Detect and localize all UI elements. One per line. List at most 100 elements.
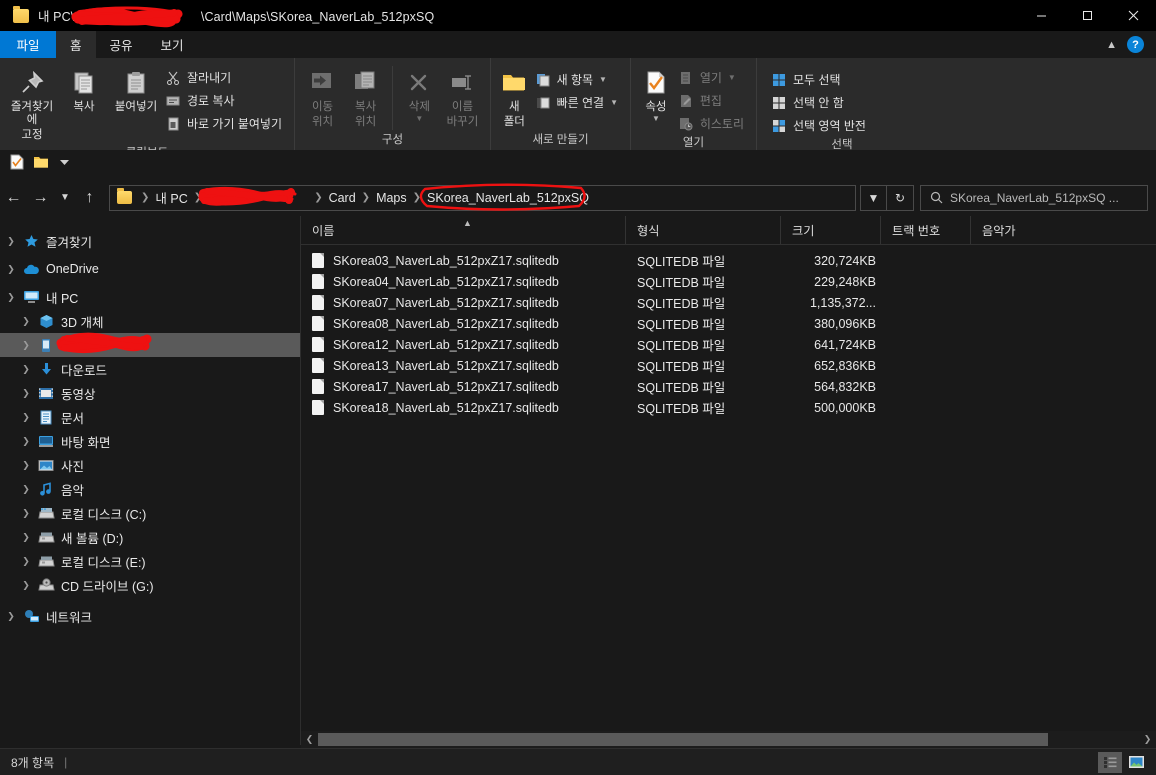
scroll-left-icon[interactable]: ❮ xyxy=(301,731,318,748)
table-row[interactable]: SKorea18_NaverLab_512pxZ17.sqlitedb SQLI… xyxy=(301,397,1156,418)
expander-chevron-right-icon[interactable]: ❯ xyxy=(16,460,36,471)
scrollbar-track[interactable] xyxy=(318,731,1139,748)
expander-chevron-right-icon[interactable]: ❯ xyxy=(16,484,36,495)
tab-home[interactable]: 홈 xyxy=(56,31,96,58)
expander-chevron-right-icon[interactable]: ❯ xyxy=(16,364,36,375)
qat-new-folder-icon[interactable] xyxy=(32,154,49,171)
minimize-button[interactable] xyxy=(1018,0,1064,31)
select-none-button[interactable]: 선택 안 함 xyxy=(768,91,872,114)
column-header-type[interactable]: 형식 xyxy=(626,216,781,244)
expander-chevron-right-icon[interactable]: ❯ xyxy=(16,436,36,447)
tree-item-new-volume-d[interactable]: ❯ 새 볼륨 (D:) xyxy=(0,525,300,549)
invert-selection-button[interactable]: 선택 영역 반전 xyxy=(768,114,872,137)
easy-access-button[interactable]: 빠른 연결 ▼ xyxy=(532,91,624,114)
help-icon[interactable]: ? xyxy=(1127,36,1144,53)
column-header-name[interactable]: 이름 ▲ xyxy=(301,216,626,244)
forward-button[interactable]: → xyxy=(27,184,54,212)
qat-customize-chevron-down-icon[interactable] xyxy=(56,154,73,171)
expander-chevron-right-icon[interactable]: ❯ xyxy=(16,580,36,591)
recent-locations-chevron-down-icon[interactable]: ▼ xyxy=(54,184,76,212)
scroll-right-icon[interactable]: ❯ xyxy=(1139,731,1156,748)
back-button[interactable]: ← xyxy=(0,184,27,212)
address-history-chevron-down-icon[interactable]: ▼ xyxy=(860,184,887,211)
copy-to-button[interactable]: 복사 위치 xyxy=(344,64,387,132)
scrollbar-thumb[interactable] xyxy=(318,733,1048,746)
expander-chevron-right-icon[interactable]: ❯ xyxy=(16,412,36,423)
collapse-ribbon-icon[interactable]: ▲ xyxy=(1106,39,1117,51)
breadcrumb-item-redacted[interactable]: XXXXXXXXXXXX xyxy=(198,186,313,207)
open-button[interactable]: 열기 ▼ xyxy=(675,66,750,89)
search-box[interactable]: SKorea_NaverLab_512pxSQ ... xyxy=(920,184,1148,211)
tree-item-downloads[interactable]: ❯ 다운로드 xyxy=(0,357,300,381)
tree-item-videos[interactable]: ❯ 동영상 xyxy=(0,381,300,405)
table-row[interactable]: SKorea07_NaverLab_512pxZ17.sqlitedb SQLI… xyxy=(301,292,1156,313)
new-folder-button[interactable]: 새 폴더 xyxy=(497,64,532,132)
table-row[interactable]: SKorea08_NaverLab_512pxZ17.sqlitedb SQLI… xyxy=(301,313,1156,334)
new-item-chevron-down-icon[interactable]: ▼ xyxy=(599,75,607,84)
tab-file[interactable]: 파일 xyxy=(0,31,56,58)
column-header-track[interactable]: 트랙 번호 xyxy=(881,216,971,244)
column-header-artist[interactable]: 음악가 xyxy=(971,216,1156,244)
close-button[interactable] xyxy=(1110,0,1156,31)
expander-chevron-right-icon[interactable]: ❯ xyxy=(16,508,36,519)
expander-chevron-right-icon[interactable]: ❯ xyxy=(16,532,36,543)
table-row[interactable]: SKorea03_NaverLab_512pxZ17.sqlitedb SQLI… xyxy=(301,250,1156,271)
expander-chevron-right-icon[interactable]: ❯ xyxy=(1,611,21,622)
tree-item-pictures[interactable]: ❯ 사진 xyxy=(0,453,300,477)
history-button[interactable]: 히스토리 xyxy=(675,112,750,135)
tree-item-local-disk-e[interactable]: ❯ 로컬 디스크 (E:) xyxy=(0,549,300,573)
tree-item-3d-objects[interactable]: ❯ 3D 개체 xyxy=(0,309,300,333)
tree-item-desktop[interactable]: ❯ 바탕 화면 xyxy=(0,429,300,453)
horizontal-scrollbar[interactable]: ❮ ❯ xyxy=(301,731,1156,748)
tree-item-local-disk-c[interactable]: ❯ 로컬 디스크 (C:) xyxy=(0,501,300,525)
table-row[interactable]: SKorea17_NaverLab_512pxZ17.sqlitedb SQLI… xyxy=(301,376,1156,397)
move-to-button[interactable]: 이동 위치 xyxy=(301,64,344,132)
tree-item-documents[interactable]: ❯ 문서 xyxy=(0,405,300,429)
breadcrumb-item-maps[interactable]: Maps xyxy=(371,189,412,207)
copy-path-button[interactable]: 경로 복사 xyxy=(162,89,288,112)
expander-chevron-right-icon[interactable]: ❯ xyxy=(1,236,21,247)
pin-to-quick-access-button[interactable]: 즐겨찾기에 고정 xyxy=(6,64,58,145)
breadcrumb[interactable]: ❯ 내 PC ❯ XXXXXXXXXXXX xyxy=(109,183,856,211)
expander-chevron-right-icon[interactable]: ❯ xyxy=(16,556,36,567)
properties-chevron-down-icon[interactable]: ▼ xyxy=(652,114,660,123)
cut-button[interactable]: 잘라내기 xyxy=(162,66,288,89)
paste-shortcut-button[interactable]: 바로 가기 붙여넣기 xyxy=(162,112,288,135)
edit-button[interactable]: 편집 xyxy=(675,89,750,112)
table-row[interactable]: SKorea04_NaverLab_512pxZ17.sqlitedb SQLI… xyxy=(301,271,1156,292)
delete-chevron-down-icon[interactable]: ▼ xyxy=(415,114,423,123)
tab-share[interactable]: 공유 xyxy=(96,31,147,58)
expander-chevron-right-icon[interactable]: ❯ xyxy=(1,264,21,275)
tree-item-onedrive[interactable]: ❯ OneDrive xyxy=(0,257,300,281)
maximize-button[interactable] xyxy=(1064,0,1110,31)
new-item-button[interactable]: 새 항목 ▼ xyxy=(532,68,624,91)
up-button[interactable]: ↑ xyxy=(76,184,103,212)
qat-properties-icon[interactable] xyxy=(8,154,25,171)
paste-button[interactable]: 붙여넣기 xyxy=(110,64,162,117)
select-all-button[interactable]: 모두 선택 xyxy=(768,68,872,91)
expander-chevron-down-icon[interactable]: ❯ xyxy=(1,292,21,303)
delete-button[interactable]: 삭제 ▼ xyxy=(398,64,441,126)
column-header-size[interactable]: 크기 xyxy=(781,216,881,244)
details-view-button[interactable] xyxy=(1098,751,1122,773)
large-icons-view-button[interactable] xyxy=(1124,752,1148,773)
tree-item-redacted-device[interactable]: ❯ XXXXXXXXXX xyxy=(0,332,300,357)
table-row[interactable]: SKorea13_NaverLab_512pxZ17.sqlitedb SQLI… xyxy=(301,355,1156,376)
expander-chevron-right-icon[interactable]: ❯ xyxy=(16,316,36,327)
breadcrumb-item-card[interactable]: Card xyxy=(324,189,361,207)
tree-item-network[interactable]: ❯ 네트워크 xyxy=(0,604,300,628)
easy-access-chevron-down-icon[interactable]: ▼ xyxy=(610,98,618,107)
copy-button[interactable]: 복사 xyxy=(58,64,110,117)
table-row[interactable]: SKorea12_NaverLab_512pxZ17.sqlitedb SQLI… xyxy=(301,334,1156,355)
tree-item-music[interactable]: ❯ 음악 xyxy=(0,477,300,501)
expander-chevron-right-icon[interactable]: ❯ xyxy=(16,340,36,351)
properties-button[interactable]: 속성 ▼ xyxy=(637,64,675,126)
breadcrumb-item-this-pc[interactable]: 내 PC xyxy=(150,186,192,209)
breadcrumb-item-current-folder[interactable]: SKorea_NaverLab_512pxSQ xyxy=(419,183,594,211)
rename-button[interactable]: 이름 바꾸기 xyxy=(441,64,484,132)
tree-item-favorites[interactable]: ❯ 즐겨찾기 xyxy=(0,229,300,253)
tree-item-cd-drive-g[interactable]: ❯ CD 드라이브 (G:) xyxy=(0,573,300,597)
tree-item-this-pc[interactable]: ❯ 내 PC xyxy=(0,285,300,309)
open-chevron-down-icon[interactable]: ▼ xyxy=(728,73,736,82)
tab-view[interactable]: 보기 xyxy=(147,31,198,58)
